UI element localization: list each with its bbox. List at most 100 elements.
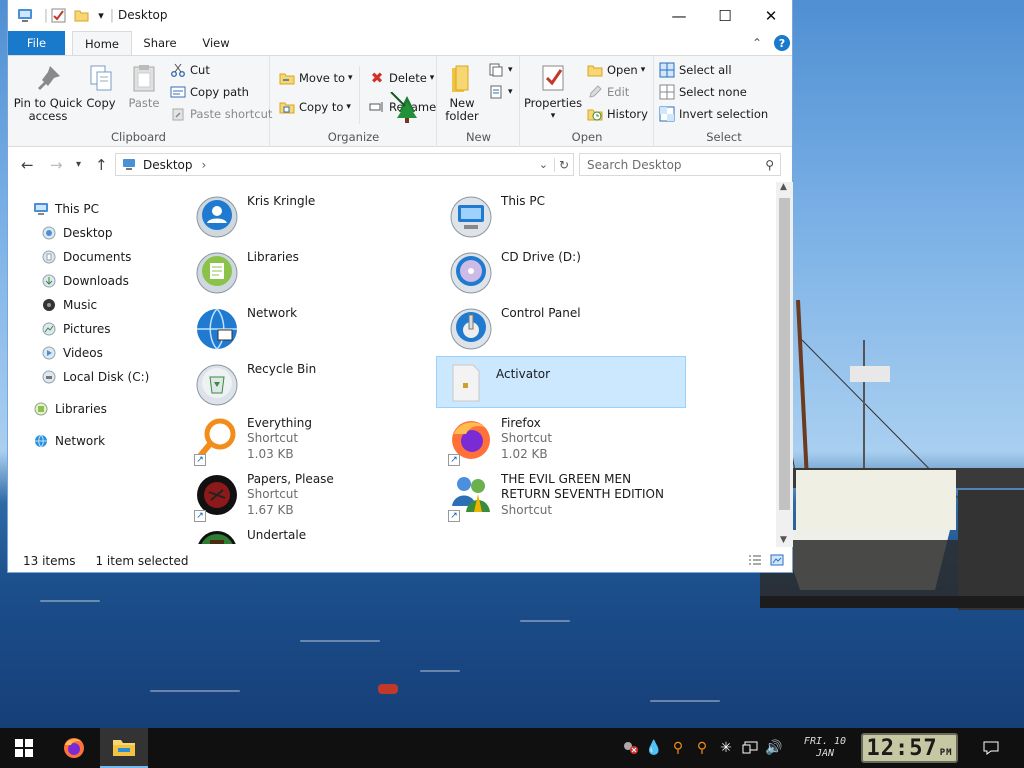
- file-item[interactable]: ↗ Papers, Please Shortcut 1.67 KB: [188, 468, 436, 522]
- network-icon: [197, 308, 237, 351]
- search-input[interactable]: Search Desktop ⚲: [579, 153, 781, 176]
- file-item-selected[interactable]: Activator: [436, 356, 686, 408]
- new-group-label: New: [465, 130, 492, 144]
- sparkle-tray-icon[interactable]: ✳: [717, 739, 735, 757]
- forward-arrow-icon[interactable]: →: [50, 156, 63, 174]
- new-folder-quick-icon[interactable]: [73, 7, 89, 23]
- minimize-button[interactable]: —: [656, 0, 702, 31]
- paste-button[interactable]: Paste: [126, 62, 162, 110]
- help-icon[interactable]: ?: [774, 35, 790, 51]
- address-dropdown-icon[interactable]: ⌄: [539, 158, 548, 171]
- large-icons-view-icon[interactable]: [770, 553, 784, 570]
- tab-file[interactable]: File: [8, 31, 65, 55]
- copy-to-button[interactable]: Copy to ▾: [279, 97, 351, 117]
- scroll-thumb[interactable]: [779, 198, 790, 510]
- network-tray-icon[interactable]: [741, 739, 759, 757]
- everything-tray-icon[interactable]: ⚲: [669, 739, 687, 757]
- open-button[interactable]: Open ▾: [587, 60, 645, 80]
- volume-tray-icon[interactable]: 🔊: [765, 739, 783, 757]
- file-item[interactable]: ↗ Everything Shortcut 1.03 KB: [188, 412, 436, 466]
- nav-desktop[interactable]: Desktop: [41, 222, 113, 244]
- pin-to-quick-access-button[interactable]: Pin to Quick access: [12, 62, 84, 123]
- explorer-app-icon[interactable]: [17, 7, 33, 23]
- scroll-down-arrow-icon[interactable]: ▼: [780, 535, 787, 545]
- start-button[interactable]: [0, 728, 48, 768]
- shortcut-arrow-icon: ↗: [448, 454, 460, 466]
- close-button[interactable]: ✕: [748, 0, 794, 31]
- file-item[interactable]: Libraries: [188, 246, 436, 298]
- file-item[interactable]: Control Panel: [442, 302, 690, 354]
- up-arrow-icon[interactable]: ↑: [95, 156, 108, 174]
- file-item[interactable]: This PC: [442, 190, 690, 242]
- nav-documents[interactable]: Documents: [41, 246, 131, 268]
- new-item-button[interactable]: ▾: [488, 60, 513, 80]
- network-icon: [35, 434, 47, 448]
- nav-videos[interactable]: Videos: [41, 342, 103, 364]
- properties-label: Properties: [523, 96, 583, 110]
- address-bar[interactable]: Desktop › ⌄ ↻: [115, 153, 574, 176]
- nav-local-disk[interactable]: Local Disk (C:): [41, 366, 149, 388]
- delete-button[interactable]: ✖ Delete ▾: [369, 68, 435, 88]
- everything-tray-icon-2[interactable]: ⚲: [693, 739, 711, 757]
- back-arrow-icon[interactable]: ←: [21, 156, 34, 174]
- file-item-type: Shortcut: [501, 431, 553, 445]
- file-item[interactable]: Kris Kringle: [188, 190, 436, 242]
- file-item[interactable]: Undertale Shortcut: [188, 524, 436, 544]
- tab-share[interactable]: Share: [132, 31, 188, 55]
- security-alert-tray-icon[interactable]: [622, 739, 640, 757]
- file-item[interactable]: Recycle Bin: [188, 358, 436, 410]
- history-button[interactable]: History: [587, 104, 648, 124]
- paste-label: Paste: [128, 96, 160, 110]
- control-panel-icon: [450, 308, 492, 350]
- nav-music[interactable]: Music: [41, 294, 97, 316]
- nav-this-pc[interactable]: This PC: [33, 198, 99, 220]
- shortcut-arrow-icon: ↗: [194, 510, 206, 522]
- file-item[interactable]: CD Drive (D:): [442, 246, 690, 298]
- select-all-button[interactable]: Select all: [659, 60, 732, 80]
- nav-music-label: Music: [63, 298, 98, 312]
- file-item[interactable]: ↗ Firefox Shortcut 1.02 KB: [442, 412, 690, 466]
- taskbar-firefox[interactable]: [50, 728, 98, 768]
- file-item[interactable]: ↗ THE EVIL GREEN MEN RETURN SEVENTH EDIT…: [442, 468, 690, 522]
- cut-button[interactable]: Cut: [170, 60, 210, 80]
- tab-home[interactable]: Home: [72, 31, 132, 55]
- copy-label: Copy: [86, 96, 116, 110]
- chevron-up-icon[interactable]: ⌃: [752, 36, 762, 50]
- action-center-icon[interactable]: [982, 739, 1000, 757]
- select-all-icon: [659, 62, 675, 78]
- nav-pictures[interactable]: Pictures: [41, 318, 111, 340]
- drop-tray-icon[interactable]: 💧: [645, 739, 663, 757]
- vertical-scrollbar[interactable]: ▲ ▼: [776, 182, 793, 547]
- easy-access-button[interactable]: ▾: [488, 82, 513, 102]
- organize-group-label: Organize: [327, 130, 380, 144]
- new-folder-button[interactable]: New folder: [442, 62, 482, 123]
- select-none-button[interactable]: Select none: [659, 82, 747, 102]
- nav-network[interactable]: Network: [33, 430, 105, 452]
- copy-button[interactable]: Copy: [86, 62, 116, 110]
- file-item-name: Network: [247, 306, 298, 320]
- nav-libraries[interactable]: Libraries: [33, 398, 107, 420]
- scroll-up-arrow-icon[interactable]: ▲: [780, 182, 787, 192]
- taskbar-date[interactable]: FRI. 10 JAN: [796, 736, 854, 760]
- paste-shortcut-button[interactable]: Paste shortcut: [170, 104, 272, 124]
- maximize-button[interactable]: ☐: [702, 0, 748, 31]
- properties-button[interactable]: Properties ▾: [523, 62, 583, 123]
- file-item-name: CD Drive (D:): [501, 250, 581, 264]
- move-to-button[interactable]: Move to ▾: [279, 68, 353, 88]
- tab-view[interactable]: View: [188, 31, 244, 55]
- refresh-icon[interactable]: ↻: [553, 157, 573, 172]
- recent-locations-chevron-icon[interactable]: ▾: [76, 159, 81, 170]
- taskbar-clock[interactable]: 12:57 PM: [861, 733, 958, 763]
- details-view-icon[interactable]: [748, 554, 762, 569]
- pin-icon: [38, 66, 60, 90]
- chevron-right-icon[interactable]: ›: [202, 158, 207, 172]
- select-group: Select all Select none Invert selection …: [655, 56, 793, 147]
- edit-button[interactable]: Edit: [587, 82, 629, 102]
- taskbar-file-explorer[interactable]: [100, 728, 148, 768]
- file-item-name: Everything: [247, 416, 312, 430]
- file-item[interactable]: Network: [188, 302, 436, 354]
- copy-path-button[interactable]: Copy path: [170, 82, 249, 102]
- nav-downloads[interactable]: Downloads: [41, 270, 129, 292]
- properties-quick-icon[interactable]: [50, 7, 66, 23]
- invert-selection-button[interactable]: Invert selection: [659, 104, 768, 124]
